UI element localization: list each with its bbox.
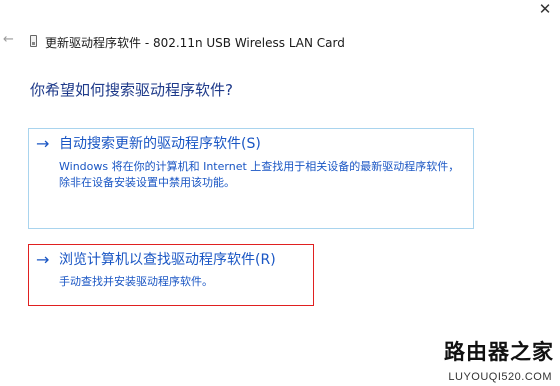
- window-title: 更新驱动程序软件 - 802.11n USB Wireless LAN Card: [45, 36, 345, 50]
- option-description: Windows 将在你的计算机和 Internet 上查找用于相关设备的最新驱动…: [59, 160, 460, 189]
- option-description: 手动查找并安装驱动程序软件。: [59, 275, 213, 288]
- close-button[interactable]: ✕: [538, 0, 552, 18]
- auto-search-option[interactable]: → 自动搜索更新的驱动程序软件(S) Windows 将在你的计算机和 Inte…: [28, 128, 474, 229]
- arrow-right-icon: →: [36, 134, 50, 153]
- close-icon: ✕: [538, 0, 552, 18]
- back-button[interactable]: ←: [3, 32, 14, 47]
- watermark-url: LUYOUQI520.COM: [448, 371, 552, 383]
- watermark-logo: 路由器之家: [444, 340, 554, 364]
- page-question: 你希望如何搜索驱动程序软件?: [30, 81, 233, 99]
- browse-computer-option[interactable]: → 浏览计算机以查找驱动程序软件(R) 手动查找并安装驱动程序软件。: [28, 244, 314, 306]
- arrow-right-icon: →: [36, 250, 50, 269]
- option-title: 自动搜索更新的驱动程序软件(S): [59, 136, 261, 152]
- usb-device-icon: [30, 35, 37, 47]
- window-titlebar: ← 更新驱动程序软件 - 802.11n USB Wireless LAN Ca…: [0, 32, 560, 51]
- back-arrow-icon: ←: [3, 32, 14, 47]
- option-title: 浏览计算机以查找驱动程序软件(R): [59, 252, 276, 268]
